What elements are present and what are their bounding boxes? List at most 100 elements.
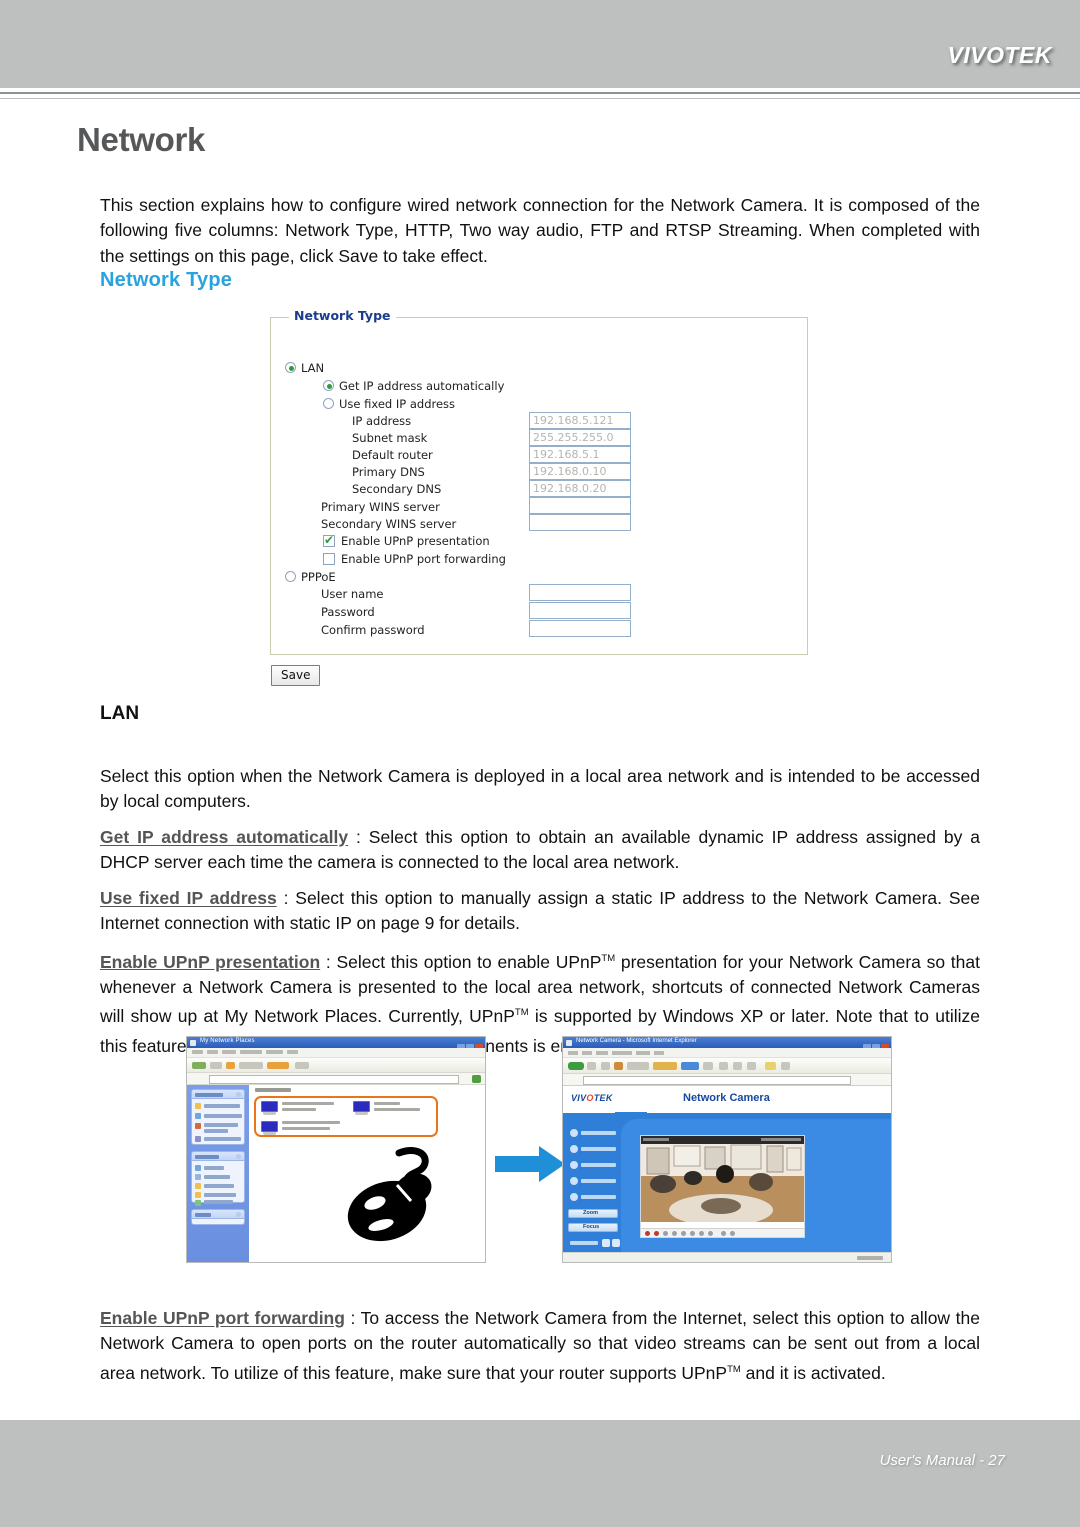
intro-paragraph: This section explains how to configure w… — [100, 194, 980, 266]
network-type-fieldset: Network Type LAN Get IP address automati… — [270, 308, 808, 655]
checkbox-row-upnp-presentation[interactable]: Enable UPnP presentation — [323, 533, 490, 548]
radio-get-ip-automatically[interactable] — [323, 380, 334, 391]
zoom-button-label: Zoom — [583, 1210, 598, 1216]
label-ip-address: IP address — [352, 414, 412, 428]
network-camera-icon-1[interactable] — [261, 1101, 278, 1115]
vivotek-logo: VIVOTEK — [947, 42, 1052, 68]
checkbox-enable-upnp-port-forwarding[interactable] — [323, 552, 335, 565]
checkbox-upnp-presentation-label: Enable UPnP presentation — [341, 533, 490, 548]
cam-body: Zoom Focus — [563, 1112, 891, 1261]
checkbox-row-upnp-port-forwarding[interactable]: Enable UPnP port forwarding — [323, 551, 506, 566]
checkbox-enable-upnp-presentation[interactable] — [323, 533, 335, 547]
cam-status-bar — [563, 1252, 891, 1262]
video-viewer — [640, 1135, 805, 1238]
zoom-control-button[interactable]: Zoom — [568, 1209, 618, 1218]
trademark-symbol-2: TM — [514, 1007, 529, 1019]
xp-address-bar[interactable] — [187, 1073, 485, 1085]
radio-row-fixed-ip[interactable]: Use fixed IP address — [323, 396, 455, 411]
control-icon-8 — [708, 1231, 713, 1236]
label-secondary-dns: Secondary DNS — [352, 482, 442, 496]
footer-page-label: User's Manual - 27 — [879, 1452, 1005, 1469]
nav-icon-1 — [570, 1129, 578, 1137]
save-button[interactable]: Save — [271, 665, 321, 686]
xp-panel-details — [191, 1209, 245, 1225]
nav-item-2[interactable] — [570, 1145, 618, 1154]
video-status-bar — [641, 1136, 804, 1144]
input-user-name[interactable] — [529, 584, 631, 601]
control-icon-10 — [730, 1231, 735, 1236]
subsection-heading-lan: LAN — [100, 703, 140, 724]
xp-sidebar — [187, 1085, 249, 1262]
nav-icon-5 — [570, 1193, 578, 1201]
mouse-cursor-graphic — [347, 1147, 432, 1242]
label-primary-wins-server: Primary WINS server — [321, 500, 440, 514]
brand-part-3: TEK — [593, 1093, 613, 1103]
label-user-name: User name — [321, 587, 384, 601]
cam-menu-bar — [563, 1048, 891, 1058]
fixed-ip-description: Use fixed IP address : Select this optio… — [100, 886, 980, 937]
input-subnet-mask[interactable]: 255.255.255.0 — [529, 429, 631, 446]
term-use-fixed-ip: Use fixed IP address — [100, 887, 277, 908]
xp-menu-bar — [187, 1048, 485, 1058]
input-primary-dns[interactable]: 192.168.0.10 — [529, 463, 631, 480]
nav-item-5[interactable] — [570, 1193, 618, 1202]
radio-row-get-ip[interactable]: Get IP address automatically — [323, 378, 504, 393]
xp-panel-other-places — [191, 1151, 245, 1206]
network-type-form: Network Type LAN Get IP address automati… — [270, 308, 810, 686]
ie-window-icon — [566, 1039, 572, 1046]
input-ip-address[interactable]: 192.168.5.121 — [529, 412, 631, 429]
radio-pppoe[interactable] — [285, 571, 296, 582]
cam-nav-column: Zoom Focus — [563, 1113, 621, 1261]
cam-brand-banner: VIVOTEK Network Camera — [563, 1086, 891, 1113]
upnp-pres-text-1: : Select this option to enable UPnP — [325, 951, 602, 972]
radio-row-lan[interactable]: LAN — [285, 360, 324, 375]
get-ip-description: Get IP address automatically : Select th… — [100, 825, 980, 876]
nav-icon-4 — [570, 1177, 578, 1185]
control-icon-5 — [681, 1231, 686, 1236]
input-secondary-dns[interactable]: 192.168.0.20 — [529, 480, 631, 497]
radio-lan[interactable] — [285, 362, 296, 373]
control-icon-9 — [721, 1231, 726, 1236]
upnp-forwarding-description: Enable UPnP port forwarding : To access … — [100, 1306, 980, 1386]
nav-slider-1[interactable] — [570, 1239, 620, 1248]
arrow-right-icon — [495, 1146, 565, 1182]
checkbox-upnp-port-forwarding-label: Enable UPnP port forwarding — [341, 551, 506, 566]
cam-page-heading: Network Camera — [683, 1092, 770, 1104]
network-camera-icon-3[interactable] — [261, 1121, 278, 1135]
header-divider-top — [0, 92, 1080, 94]
input-password[interactable] — [529, 602, 631, 619]
input-secondary-wins-server[interactable] — [529, 514, 631, 531]
network-camera-icon-2[interactable] — [353, 1101, 370, 1115]
illustration-row: My Network Places Network Camera - Micro… — [0, 1036, 1080, 1272]
input-confirm-password[interactable] — [529, 620, 631, 637]
radio-row-pppoe[interactable]: PPPoE — [285, 569, 336, 584]
xp-title-bar: My Network Places — [187, 1037, 485, 1052]
label-secondary-wins-server: Secondary WINS server — [321, 517, 457, 531]
label-primary-dns: Primary DNS — [352, 465, 425, 479]
video-control-bar[interactable] — [641, 1228, 804, 1237]
trademark-symbol-4: TM — [727, 1363, 741, 1375]
focus-control-button[interactable]: Focus — [568, 1223, 618, 1232]
nav-item-3[interactable] — [570, 1161, 618, 1170]
radio-fixed-ip-label: Use fixed IP address — [339, 396, 456, 411]
control-icon-1 — [645, 1231, 650, 1236]
upnp-fwd-text-2: and it is activated. — [740, 1362, 886, 1383]
xp-window-title: My Network Places — [200, 1038, 255, 1044]
cam-address-bar[interactable] — [563, 1074, 891, 1086]
xp-window-icon — [190, 1039, 196, 1046]
nav-item-1[interactable] — [570, 1129, 618, 1138]
control-icon-3 — [663, 1231, 668, 1236]
brand-part-2: O — [586, 1093, 594, 1103]
radio-get-ip-label: Get IP address automatically — [339, 378, 505, 393]
nav-item-4[interactable] — [570, 1177, 618, 1186]
control-icon-6 — [690, 1231, 695, 1236]
lan-description: Select this option when the Network Came… — [100, 765, 980, 812]
vivotek-brand-logo: VIVOTEK — [571, 1093, 613, 1103]
radio-use-fixed-ip[interactable] — [323, 398, 334, 409]
screenshot-network-camera-ui: Network Camera - Microsoft Internet Expl… — [562, 1036, 892, 1263]
cam-toolbar — [563, 1058, 891, 1074]
cam-window-title: Network Camera - Microsoft Internet Expl… — [576, 1038, 697, 1044]
page-footer: User's Manual - 27 — [0, 1420, 1080, 1527]
input-default-router[interactable]: 192.168.5.1 — [529, 446, 631, 463]
input-primary-wins-server[interactable] — [529, 497, 631, 514]
